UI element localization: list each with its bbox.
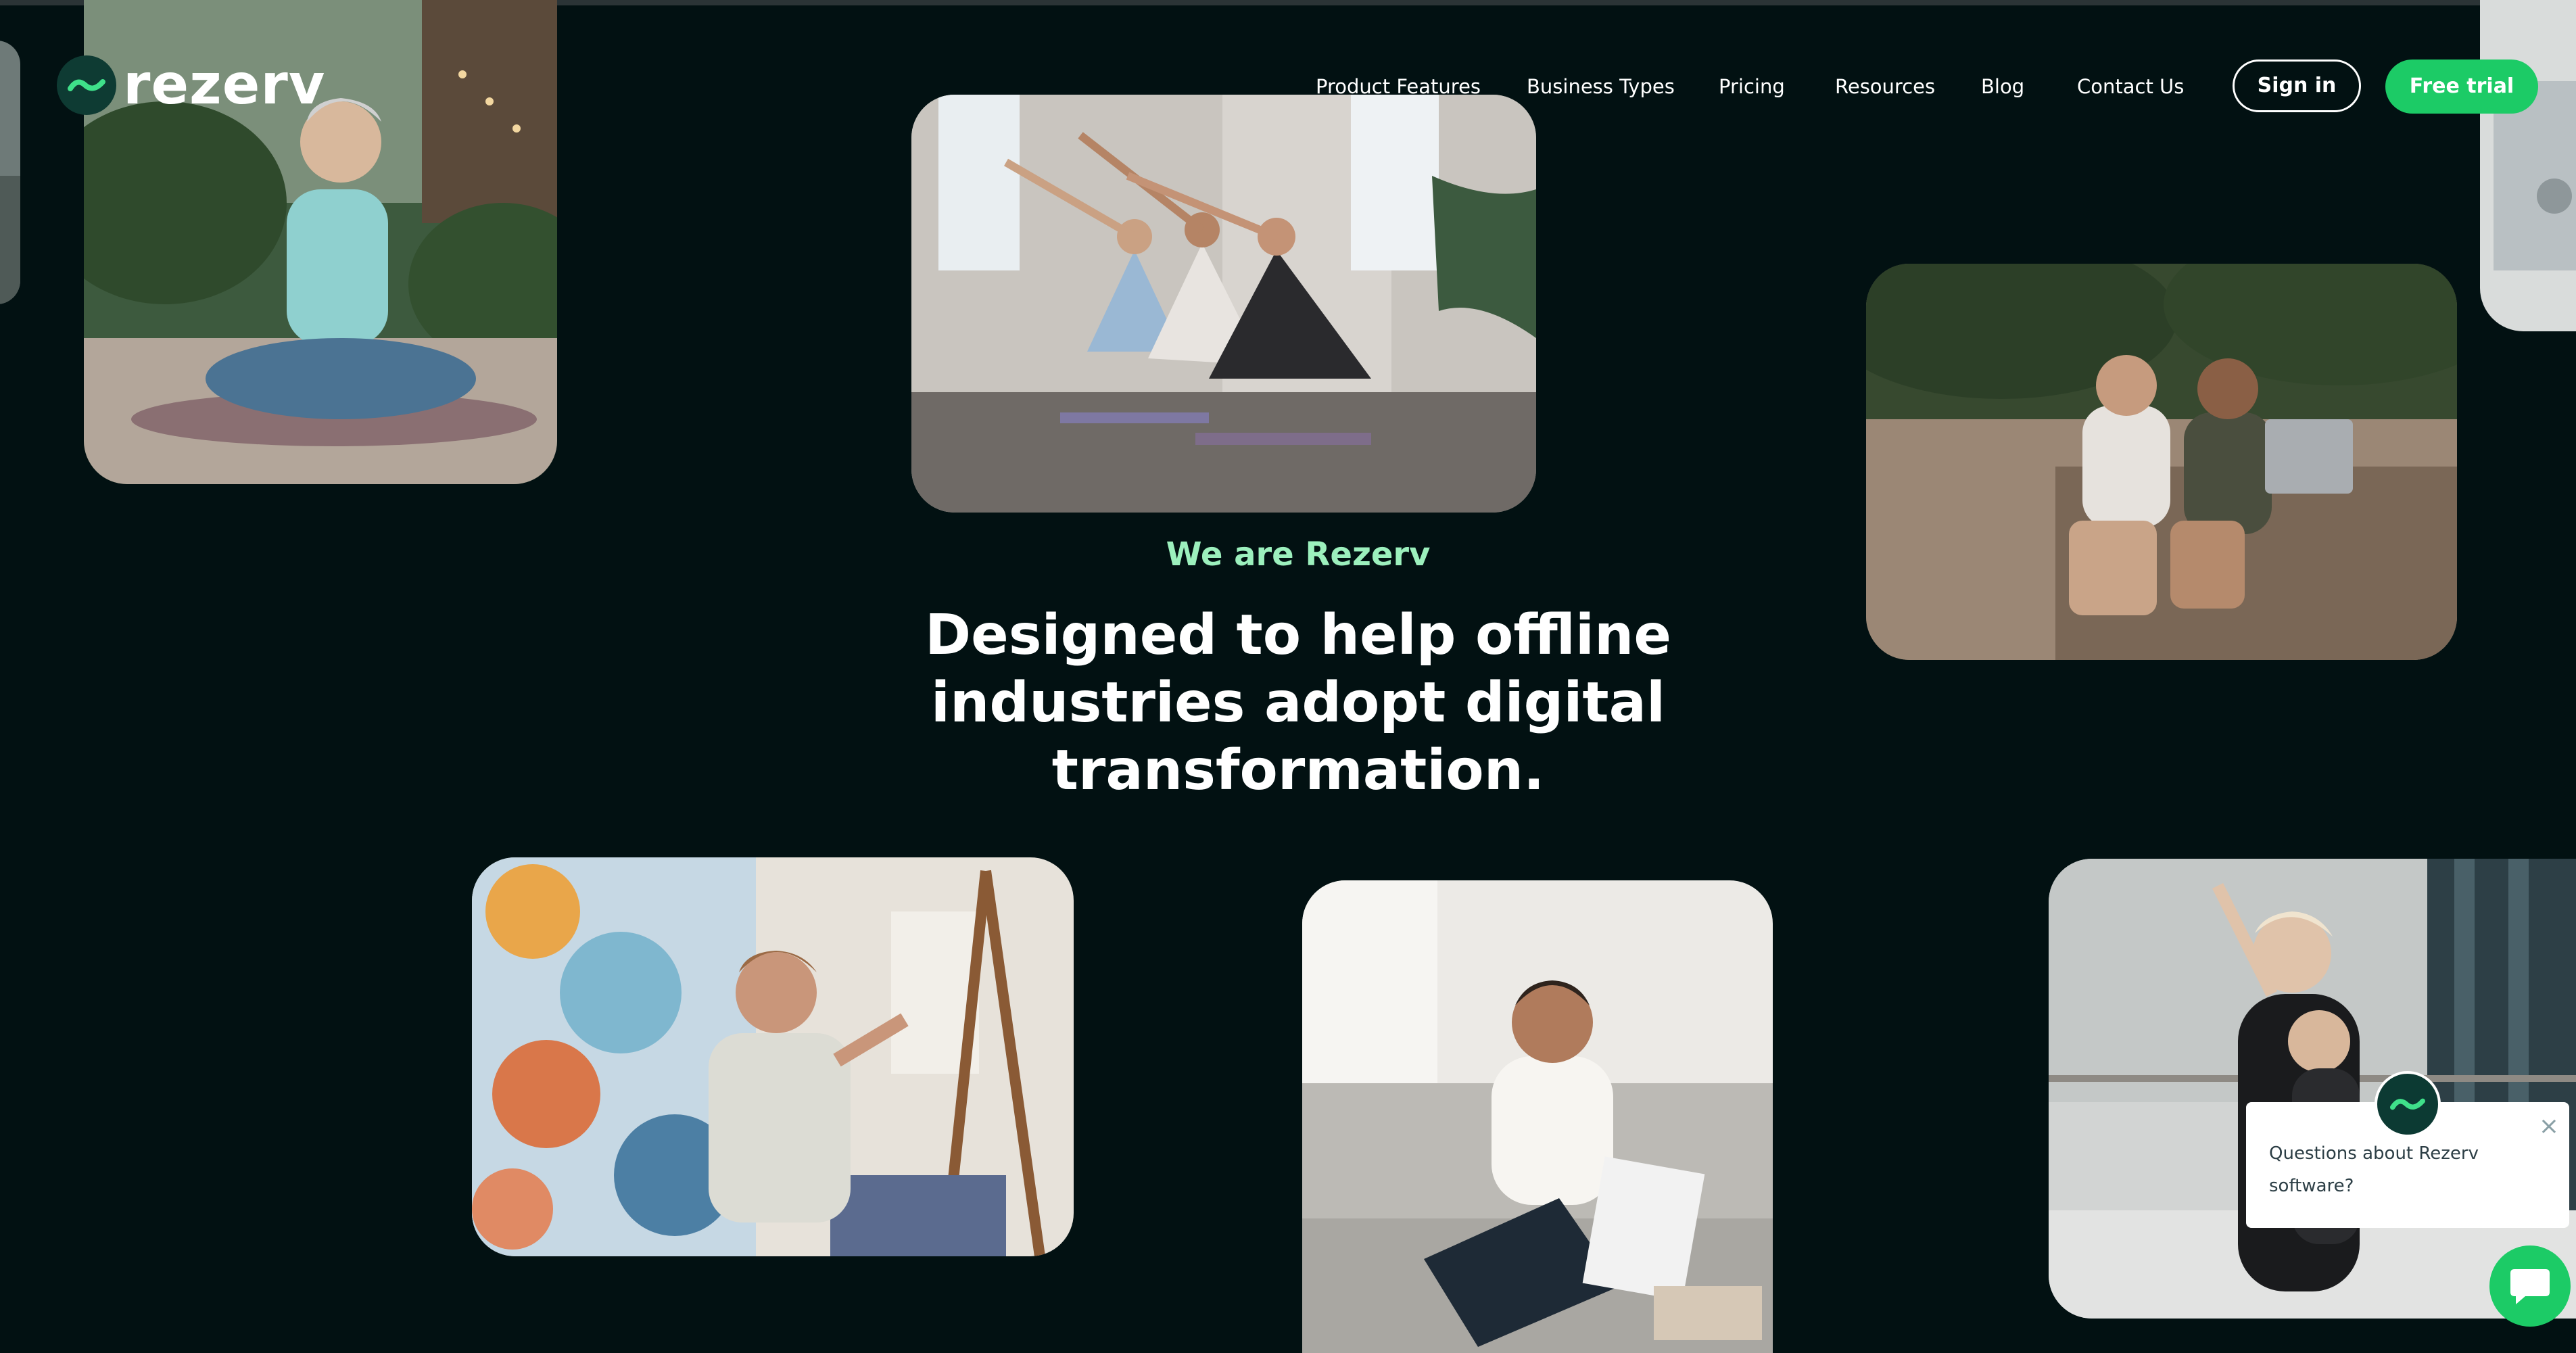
nav-pricing[interactable]: Pricing bbox=[1719, 63, 1785, 110]
nav-business-types[interactable]: Business Types bbox=[1527, 63, 1675, 110]
women-with-laptop-photo bbox=[1866, 264, 2457, 660]
partial-photo-right-edge bbox=[2480, 0, 2576, 331]
man-on-sofa-photo bbox=[1302, 880, 1773, 1353]
free-trial-button[interactable]: Free trial bbox=[2385, 60, 2538, 114]
partial-photo-left-edge bbox=[0, 41, 20, 304]
nav-product-features[interactable]: Product Features bbox=[1316, 63, 1481, 110]
nav-resources[interactable]: Resources bbox=[1835, 63, 1935, 110]
nav-contact-us[interactable]: Contact Us bbox=[2077, 63, 2184, 110]
close-icon[interactable]: × bbox=[2535, 1113, 2562, 1140]
ballet-lesson-photo bbox=[2049, 859, 2576, 1319]
chat-prompt-message: Questions about Rezerv software? bbox=[2269, 1143, 2479, 1196]
chat-launcher-button[interactable] bbox=[2489, 1245, 2571, 1327]
chat-bubble-icon bbox=[2510, 1269, 2550, 1304]
hero-eyebrow: We are Rezerv bbox=[1166, 536, 1431, 573]
sign-in-button[interactable]: Sign in bbox=[2233, 60, 2361, 112]
rezerv-logo-icon bbox=[57, 55, 116, 115]
hero-headline: Designed to help offline industries adop… bbox=[925, 603, 1671, 803]
chat-agent-avatar bbox=[2375, 1071, 2441, 1137]
nav-blog[interactable]: Blog bbox=[1981, 63, 2024, 110]
logo-wordmark: rezerv bbox=[123, 53, 326, 117]
artist-painting-photo bbox=[472, 857, 1074, 1256]
rezerv-logo[interactable]: rezerv bbox=[57, 55, 325, 115]
group-yoga-class-photo bbox=[911, 95, 1536, 513]
